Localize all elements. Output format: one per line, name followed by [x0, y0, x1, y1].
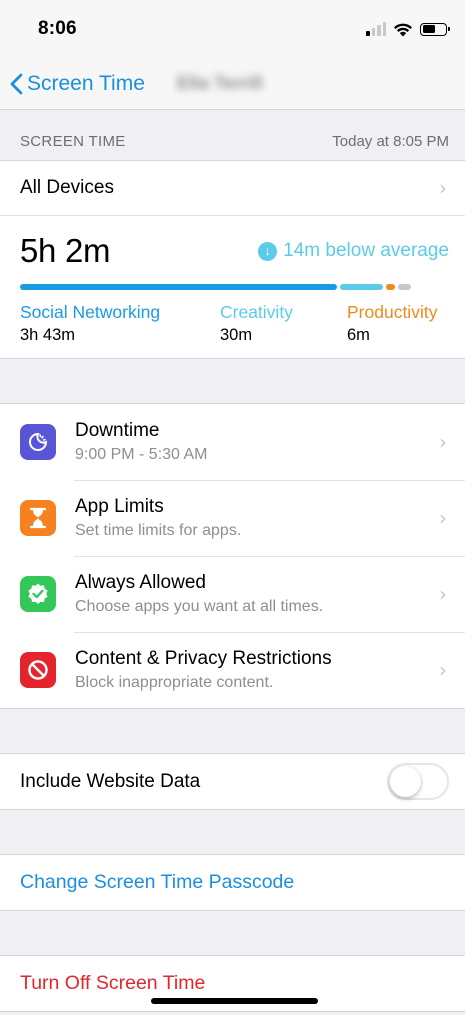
status-icons — [366, 22, 450, 37]
category-social-networking: Social Networking 3h 43m — [20, 302, 220, 345]
category-name: Social Networking — [20, 302, 161, 322]
usage-bar-segment-creativity — [340, 284, 384, 290]
chevron-right-icon: › — [439, 430, 447, 454]
downtime-icon — [20, 424, 56, 460]
chevron-left-icon — [10, 73, 23, 94]
status-bar: 8:06 — [0, 0, 465, 58]
chevron-right-icon: › — [439, 506, 447, 530]
status-time: 8:06 — [38, 18, 77, 39]
category-creativity: Creativity 30m — [220, 302, 347, 345]
cellular-signal-icon — [366, 22, 386, 36]
usage-bar — [20, 284, 449, 290]
settings-item-content-privacy-restrictions[interactable]: Content & Privacy Restrictions Block inap… — [0, 632, 465, 708]
hourglass-icon — [20, 500, 56, 536]
settings-item-title: Content & Privacy Restrictions — [75, 648, 332, 669]
category-name: Productivity — [347, 302, 438, 322]
settings-item-subtitle: 9:00 PM - 5:30 AM — [75, 446, 208, 463]
average-comparison: ↓ 14m below average — [258, 240, 449, 262]
settings-item-downtime[interactable]: Downtime 9:00 PM - 5:30 AM › — [0, 404, 465, 480]
settings-item-title: App Limits — [75, 496, 164, 517]
back-button[interactable]: Screen Time — [10, 72, 145, 96]
include-website-data-row: Include Website Data — [0, 754, 465, 809]
usage-bar-segment-social-networking — [20, 284, 338, 290]
usage-chart[interactable]: 5h 2m ↓ 14m below average Social Network… — [0, 216, 465, 358]
settings-item-title: Downtime — [75, 420, 160, 441]
settings-item-subtitle: Choose apps you want at all times. — [75, 598, 324, 615]
navigation-bar: Screen Time Ella Terrill — [0, 58, 465, 110]
category-breakdown: Social Networking 3h 43m Creativity 30m Prod… — [20, 302, 449, 345]
change-passcode-button[interactable]: Change Screen Time Passcode — [0, 855, 465, 910]
category-time: 30m — [220, 326, 253, 344]
chevron-right-icon: › — [439, 658, 447, 682]
restriction-icon — [20, 652, 56, 688]
usage-bar-segment-productivity — [386, 284, 395, 290]
settings-item-title: Always Allowed — [75, 572, 206, 593]
wifi-icon — [394, 23, 412, 36]
chevron-right-icon: › — [439, 176, 447, 200]
passcode-group: Change Screen Time Passcode — [0, 854, 465, 911]
checkmark-badge-icon — [20, 576, 56, 612]
arrow-down-circle-icon: ↓ — [258, 241, 278, 261]
category-productivity: Productivity 6m — [347, 302, 437, 345]
chevron-right-icon: › — [439, 582, 447, 606]
battery-icon — [420, 22, 450, 36]
back-label: Screen Time — [27, 71, 145, 95]
include-website-data-label: Include Website Data — [20, 770, 201, 792]
screen-time-section-header: Screen Time Today at 8:05 PM — [0, 110, 465, 160]
total-screen-time: 5h 2m — [20, 232, 111, 269]
category-time: 6m — [347, 326, 370, 344]
settings-item-app-limits[interactable]: App Limits Set time limits for apps. › — [0, 480, 465, 556]
category-name: Creativity — [220, 302, 293, 322]
website-data-group: Include Website Data — [0, 753, 465, 810]
home-indicator — [151, 998, 318, 1004]
usage-summary-card: All Devices › 5h 2m ↓ 14m below average … — [0, 160, 465, 359]
all-devices-row[interactable]: All Devices › — [0, 161, 465, 216]
settings-item-always-allowed[interactable]: Always Allowed Choose apps you want at al… — [0, 556, 465, 632]
comparison-text: 14m below average — [283, 240, 449, 261]
category-time: 3h 43m — [20, 326, 76, 344]
nav-title: Ella Terrill — [176, 73, 263, 93]
include-website-data-toggle[interactable] — [387, 763, 449, 800]
settings-item-subtitle: Block inappropriate content. — [75, 674, 274, 691]
usage-bar-segment-other — [397, 284, 411, 290]
settings-item-subtitle: Set time limits for apps. — [75, 522, 242, 539]
section-title: Screen Time — [20, 133, 126, 150]
all-devices-label: All Devices — [20, 177, 114, 198]
last-updated: Today at 8:05 PM — [332, 133, 449, 150]
settings-list: Downtime 9:00 PM - 5:30 AM › App Limits Set … — [0, 403, 465, 709]
